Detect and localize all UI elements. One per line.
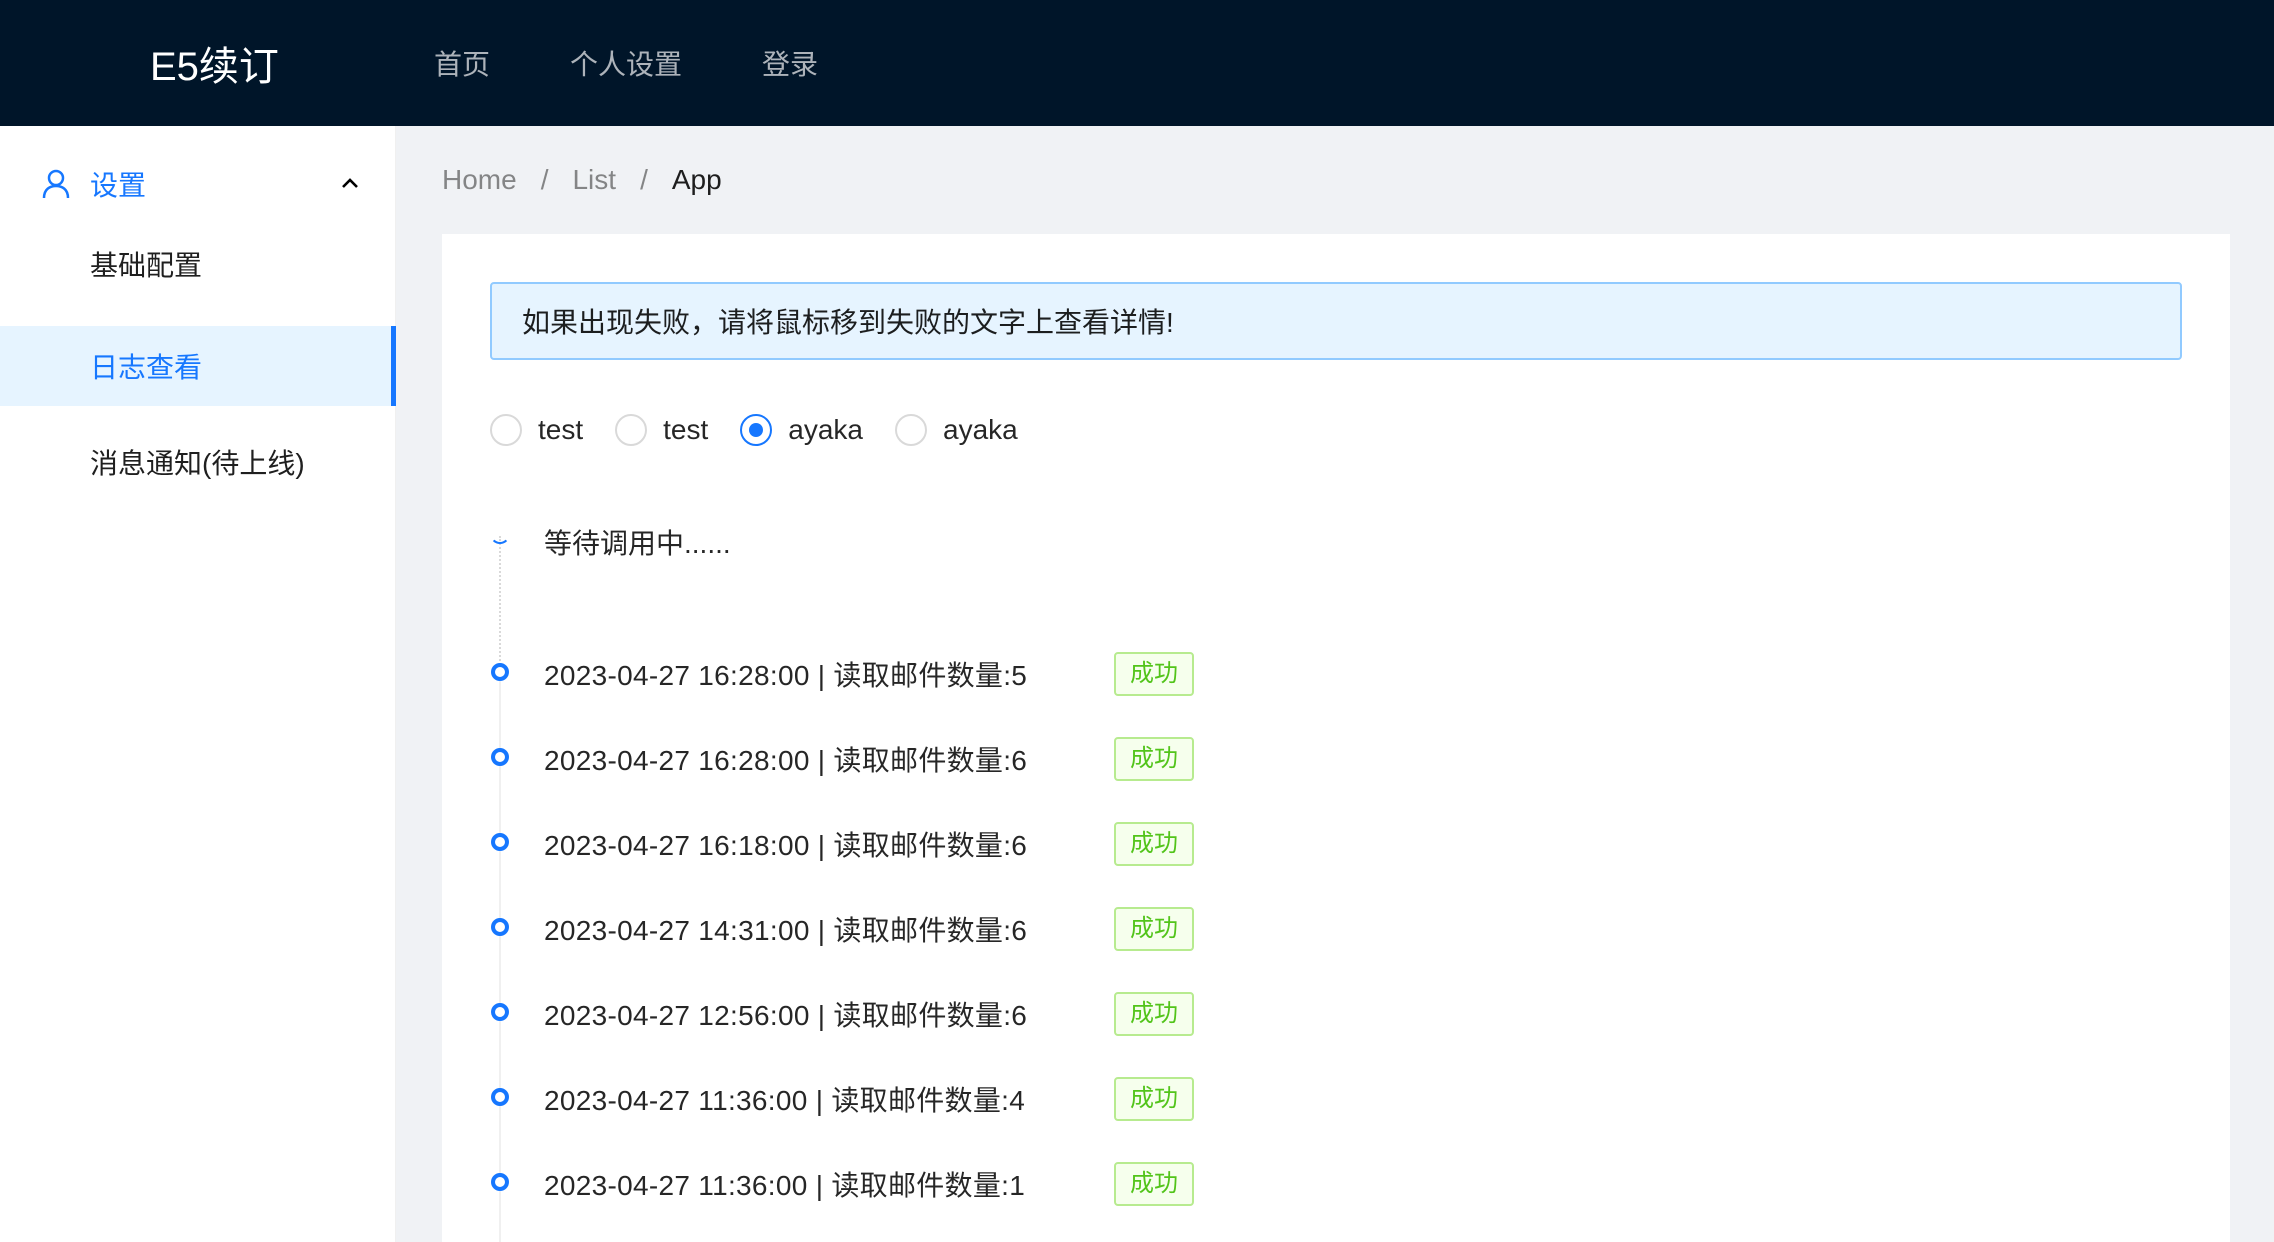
timeline-dot <box>491 833 509 851</box>
chevron-up-icon[interactable] <box>338 172 362 196</box>
radio-label: ayaka <box>943 414 1018 445</box>
radio-option[interactable]: ayaka <box>895 414 1018 446</box>
account-radio-group: test test ayaka ayaka <box>490 410 1050 450</box>
timeline-item-text: 2023-04-27 11:36:00 | 读取邮件数量:4 <box>544 1085 1026 1116</box>
status-badge[interactable]: 成功 <box>1114 1162 1194 1206</box>
timeline-item-text: 2023-04-27 11:36:00 | 读取邮件数量:1 <box>544 1170 1026 1201</box>
timeline-dot <box>491 1173 509 1191</box>
main-content: 如果出现失败，请将鼠标移到失败的文字上查看详情! test test ayaka… <box>442 234 2230 1242</box>
timeline-item: 2023-04-27 16:18:00 | 读取邮件数量:6 成功 <box>490 818 1690 872</box>
info-alert: 如果出现失败，请将鼠标移到失败的文字上查看详情! <box>490 282 2182 360</box>
status-badge[interactable]: 成功 <box>1114 992 1194 1036</box>
app-logo: E5续订 <box>150 45 279 89</box>
breadcrumb-app: App <box>671 164 722 195</box>
status-badge[interactable]: 成功 <box>1114 907 1194 951</box>
radio-circle[interactable] <box>615 414 648 446</box>
timeline-item: 2023-04-27 14:31:00 | 读取邮件数量:6 成功 <box>490 903 1690 957</box>
nav-item-login[interactable]: 登录 <box>762 43 818 83</box>
breadcrumb-list[interactable]: List <box>572 164 616 196</box>
submenu-settings-label: 设置 <box>90 170 147 201</box>
nav-item-home[interactable]: 首页 <box>434 43 490 83</box>
timeline-item-text: 2023-04-27 16:18:00 | 读取邮件数量:6 <box>544 830 1028 861</box>
top-nav: 首页 个人设置 登录 <box>434 0 898 126</box>
radio-label: test <box>663 414 709 445</box>
submenu-settings[interactable]: 设置 <box>0 144 396 224</box>
timeline-item: 2023-04-27 16:28:00 | 读取邮件数量:6 成功 <box>490 733 1690 787</box>
status-badge[interactable]: 成功 <box>1114 652 1194 696</box>
radio-option[interactable]: test <box>490 414 583 446</box>
timeline-item-text: 2023-04-27 12:56:00 | 读取邮件数量:6 <box>544 1000 1028 1031</box>
top-header: E5续订 首页 个人设置 登录 <box>0 0 2274 126</box>
user-icon <box>42 169 70 199</box>
timeline-item-text: 2023-04-27 16:28:00 | 读取邮件数量:5 <box>544 660 1028 691</box>
radio-label: test <box>538 414 584 445</box>
radio-option[interactable]: ayaka <box>740 414 863 446</box>
timeline-item-text: 2023-04-27 14:31:00 | 读取邮件数量:6 <box>544 915 1028 946</box>
breadcrumb: Home / List / App <box>442 160 722 200</box>
radio-circle[interactable] <box>895 414 927 446</box>
sidebar: 设置 基础配置 日志查看 消息通知(待上线) <box>0 126 396 1242</box>
timeline-dot <box>491 1003 509 1021</box>
radio-circle[interactable] <box>490 414 522 446</box>
sidebar-item-log-view[interactable]: 日志查看 <box>0 326 396 406</box>
status-badge[interactable]: 成功 <box>1114 1077 1194 1121</box>
sidebar-item-notifications[interactable]: 消息通知(待上线) <box>0 422 396 502</box>
sidebar-item-basic-config[interactable]: 基础配置 <box>0 224 396 304</box>
breadcrumb-separator: / <box>540 164 549 195</box>
status-badge[interactable]: 成功 <box>1114 822 1194 866</box>
timeline-dot <box>491 748 509 766</box>
nav-item-personal-settings[interactable]: 个人设置 <box>570 43 682 83</box>
breadcrumb-home[interactable]: Home <box>442 164 517 196</box>
timeline-dot <box>491 1088 509 1106</box>
timeline-item: 2023-04-27 11:36:00 | 读取邮件数量:4 成功 <box>490 1073 1690 1127</box>
breadcrumb-separator: / <box>640 164 648 195</box>
timeline-item-text: 2023-04-27 16:28:00 | 读取邮件数量:6 <box>544 745 1028 776</box>
timeline-item: 2023-04-27 16:28:00 | 读取邮件数量:5 成功 <box>490 648 1690 702</box>
timeline-dot <box>491 918 509 936</box>
timeline-item: 2023-04-27 12:56:00 | 读取邮件数量:6 成功 <box>490 988 1690 1042</box>
timeline-dot <box>491 663 509 681</box>
status-badge[interactable]: 成功 <box>1114 737 1194 781</box>
radio-label: ayaka <box>788 414 863 445</box>
info-alert-text: 如果出现失败，请将鼠标移到失败的文字上查看详情! <box>522 307 1174 338</box>
radio-circle-checked[interactable] <box>740 414 773 446</box>
timeline-item: 2023-04-27 11:36:00 | 读取邮件数量:1 成功 <box>490 1158 1690 1212</box>
timeline-pending-text: 等待调用中...... <box>544 528 731 559</box>
loading-spinner-icon <box>490 524 510 544</box>
radio-option[interactable]: test <box>615 414 708 446</box>
